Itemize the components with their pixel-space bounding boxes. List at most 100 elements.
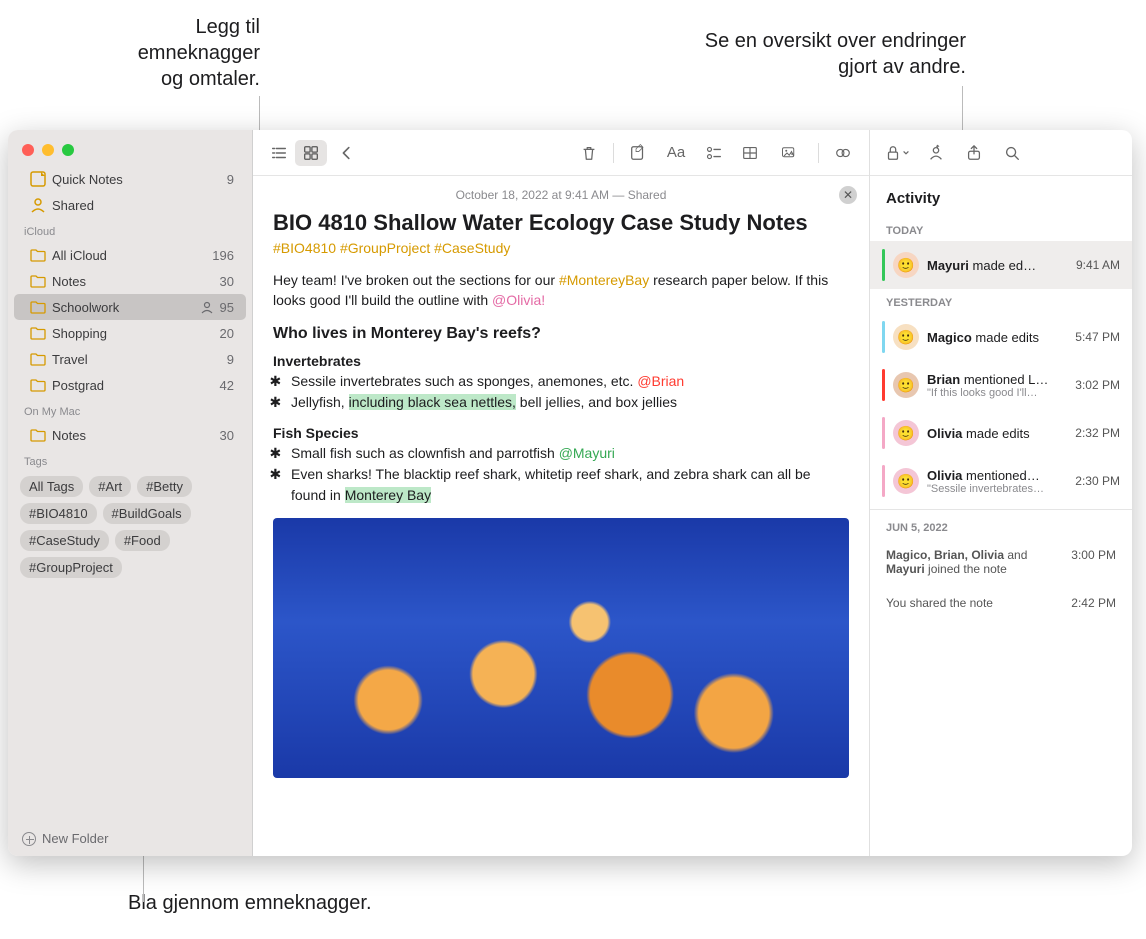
- activity-item[interactable]: 🙂Olivia mentioned…"Sessile invertebrates…: [870, 457, 1132, 505]
- activity-time: 3:02 PM: [1075, 378, 1120, 392]
- sidebar-item-label: Shopping: [52, 326, 214, 341]
- sidebar-section-onmymac: On My Mac: [8, 398, 252, 422]
- note-mention[interactable]: @Mayuri: [559, 445, 615, 461]
- sidebar-item-folder[interactable]: Notes30: [14, 422, 246, 448]
- compose-icon: [629, 144, 647, 162]
- tag-chip[interactable]: #BIO4810: [20, 503, 97, 524]
- sidebar-item-shared[interactable]: Shared: [14, 192, 246, 218]
- note-paragraph: Hey team! I've broken out the sections f…: [273, 270, 849, 311]
- sidebar-item-label: Postgrad: [52, 378, 214, 393]
- tag-chip[interactable]: #CaseStudy: [20, 530, 109, 551]
- activity-time: 3:00 PM: [1071, 548, 1116, 576]
- sidebar-item-quick-notes[interactable]: Quick Notes 9: [14, 166, 246, 192]
- note-body[interactable]: BIO 4810 Shallow Water Ecology Case Stud…: [253, 206, 869, 778]
- tag-chip[interactable]: #Betty: [137, 476, 192, 497]
- tag-chip[interactable]: #BuildGoals: [103, 503, 191, 524]
- lock-icon: [884, 144, 902, 162]
- folder-icon: [30, 352, 46, 366]
- note-tags-line: #BIO4810 #GroupProject #CaseStudy: [273, 240, 849, 256]
- activity-text: Brian mentioned L…"If this looks good I'…: [927, 372, 1067, 399]
- sidebar-item-label: Notes: [52, 428, 214, 443]
- search-button[interactable]: [996, 140, 1028, 166]
- sidebar-item-count: 42: [220, 378, 234, 393]
- main-area: Aa October 18, 2022 at 9:41 AM — Shared …: [253, 130, 1132, 856]
- lock-button[interactable]: [880, 140, 914, 166]
- note-highlight: including black sea nettles,: [349, 394, 516, 410]
- list-view-button[interactable]: [263, 140, 295, 166]
- activity-text: Magico made edits: [927, 330, 1067, 345]
- list-icon: [270, 144, 288, 162]
- avatar: 🙂: [893, 468, 919, 494]
- activity-footer-text: Magico, Brian, Olivia and Mayuri joined …: [886, 548, 1056, 576]
- activity-item[interactable]: 🙂Magico made edits5:47 PM: [870, 313, 1132, 361]
- note-text: Hey team! I've broken out the sections f…: [273, 272, 559, 288]
- activity-item[interactable]: 🙂Brian mentioned L…"If this looks good I…: [870, 361, 1132, 409]
- activity-footer-item: Magico, Brian, Olivia and Mayuri joined …: [870, 538, 1132, 586]
- activity-item[interactable]: 🙂Olivia made edits2:32 PM: [870, 409, 1132, 457]
- media-button[interactable]: [770, 140, 810, 166]
- tag-chip[interactable]: #Art: [89, 476, 131, 497]
- tag-chip[interactable]: #Food: [115, 530, 170, 551]
- sidebar-item-label: Schoolwork: [52, 300, 194, 315]
- sidebar-item-folder[interactable]: Travel 9: [14, 346, 246, 372]
- new-note-button[interactable]: [622, 140, 654, 166]
- activity-color-bar: [882, 249, 885, 281]
- chevron-left-icon: [338, 144, 356, 162]
- note-mention[interactable]: @Brian: [637, 373, 684, 389]
- photo-icon: [781, 144, 799, 162]
- activity-time: 5:47 PM: [1075, 330, 1120, 344]
- activity-section-yesterday: Yesterday: [870, 289, 1132, 313]
- list-item: Jellyfish, including black sea nettles, …: [289, 392, 849, 413]
- activity-time: 2:30 PM: [1075, 474, 1120, 488]
- sidebar-item-folder[interactable]: Postgrad 42: [14, 372, 246, 398]
- list-item: Small fish such as clownfish and parrotf…: [289, 443, 849, 464]
- activity-color-bar: [882, 321, 885, 353]
- new-folder-button[interactable]: New Folder: [8, 821, 252, 856]
- tag-chip[interactable]: #GroupProject: [20, 557, 122, 578]
- note-text: Small fish such as clownfish and parrotf…: [291, 445, 559, 461]
- activity-subtext: "Sessile invertebrates…: [927, 483, 1067, 495]
- activity-toolbar: [870, 130, 1132, 176]
- tag-chip[interactable]: All Tags: [20, 476, 83, 497]
- note-text: Sessile invertebrates such as sponges, a…: [291, 373, 637, 389]
- checklist-icon: [705, 144, 723, 162]
- delete-button[interactable]: [573, 140, 605, 166]
- back-button[interactable]: [331, 140, 363, 166]
- close-button[interactable]: [22, 144, 34, 156]
- sidebar-item-folder[interactable]: All iCloud196: [14, 242, 246, 268]
- maximize-button[interactable]: [62, 144, 74, 156]
- collaborate-button[interactable]: [920, 140, 952, 166]
- note-mention[interactable]: @Olivia!: [492, 292, 545, 308]
- format-button[interactable]: Aa: [658, 140, 694, 166]
- note-text: bell jellies, and box jellies: [516, 394, 677, 410]
- note-hashtag[interactable]: #MontereyBay: [559, 272, 649, 288]
- sidebar-item-folder[interactable]: Shopping 20: [14, 320, 246, 346]
- activity-item[interactable]: 🙂Mayuri made ed…9:41 AM: [870, 241, 1132, 289]
- sidebar-item-label: Travel: [52, 352, 221, 367]
- sidebar-item-count: 95: [220, 300, 234, 315]
- activity-section-date: JUN 5, 2022: [870, 514, 1132, 538]
- shared-icon: [30, 197, 46, 213]
- sidebar-item-folder[interactable]: Notes30: [14, 268, 246, 294]
- window-controls: [8, 130, 252, 166]
- note-title: BIO 4810 Shallow Water Ecology Case Stud…: [273, 210, 849, 236]
- sidebar-item-count: 9: [227, 352, 234, 367]
- folder-icon: [30, 274, 46, 288]
- activity-section-today: Today: [870, 217, 1132, 241]
- table-button[interactable]: [734, 140, 766, 166]
- grid-icon: [302, 144, 320, 162]
- callout-activity: Se en oversikt over endringer gjort av a…: [546, 28, 966, 80]
- checklist-button[interactable]: [698, 140, 730, 166]
- close-activity-icon[interactable]: ✕: [839, 186, 857, 204]
- collaborate-icon: [927, 144, 945, 162]
- grid-view-button[interactable]: [295, 140, 327, 166]
- note-list: Sessile invertebrates such as sponges, a…: [289, 371, 849, 413]
- sidebar-item-label: Shared: [52, 198, 234, 213]
- divider: [870, 509, 1132, 510]
- quick-notes-icon: [30, 171, 46, 187]
- link-note-button[interactable]: [827, 140, 859, 166]
- sidebar-item-folder[interactable]: Schoolwork 95: [14, 294, 246, 320]
- sidebar-item-count: 20: [220, 326, 234, 341]
- share-button[interactable]: [958, 140, 990, 166]
- minimize-button[interactable]: [42, 144, 54, 156]
